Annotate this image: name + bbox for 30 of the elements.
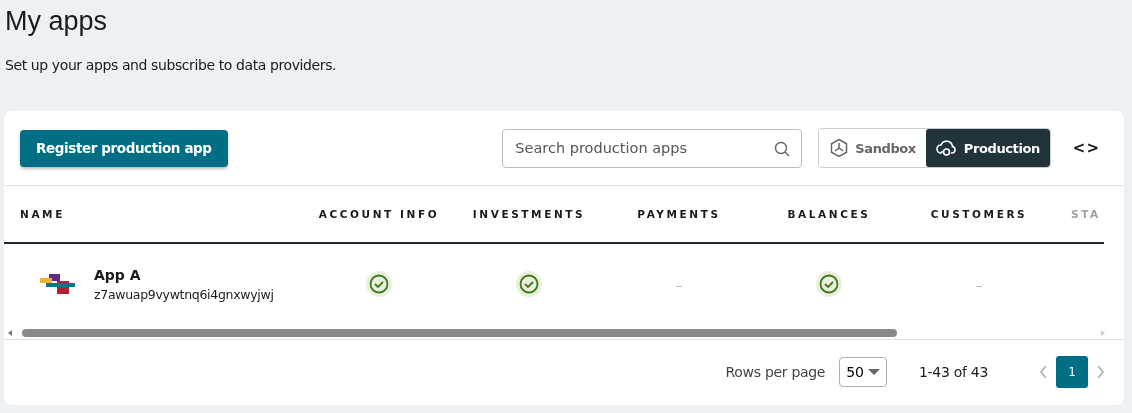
app-id: z7awuap9vywtnq6i4gnxwyjwj [94, 286, 274, 302]
check-circle-icon [516, 271, 542, 297]
page-subtitle: Set up your apps and subscribe to data providers. [5, 57, 338, 73]
column-header: BALANCES [787, 208, 871, 220]
column-header: CUSTOMERS [930, 208, 1028, 220]
search-field[interactable]: Search production apps [502, 128, 803, 168]
check-circle-icon [366, 271, 392, 297]
column-header: STA [1071, 208, 1101, 220]
rows-per-page-select[interactable]: 50 [839, 357, 887, 387]
cloud-icon [935, 138, 958, 158]
page-title: My apps [5, 5, 109, 38]
rows-per-page-label: Rows per page [725, 364, 826, 380]
page-button[interactable]: 1 [1056, 356, 1088, 388]
code-icon: <> [1072, 139, 1100, 157]
check-circle-icon [816, 271, 842, 297]
cube-icon [829, 138, 850, 158]
column-header: NAME [20, 208, 65, 220]
register-app-button[interactable]: Register production app [20, 129, 228, 167]
page-range: 1-43 of 43 [919, 364, 988, 380]
column-header: INVESTMENTS [472, 208, 586, 220]
app-name: App A [94, 266, 142, 283]
search-icon [774, 140, 791, 157]
column-header: PAYMENTS [637, 208, 721, 220]
caret-icon [868, 369, 880, 375]
environment-tab[interactable]: Production [925, 129, 1050, 167]
empty-cell: – [675, 277, 683, 293]
next-page-icon [1096, 365, 1104, 379]
previous-page-icon [1040, 365, 1048, 379]
column-header: ACCOUNT INFO [318, 208, 440, 220]
empty-cell: – [975, 277, 983, 293]
